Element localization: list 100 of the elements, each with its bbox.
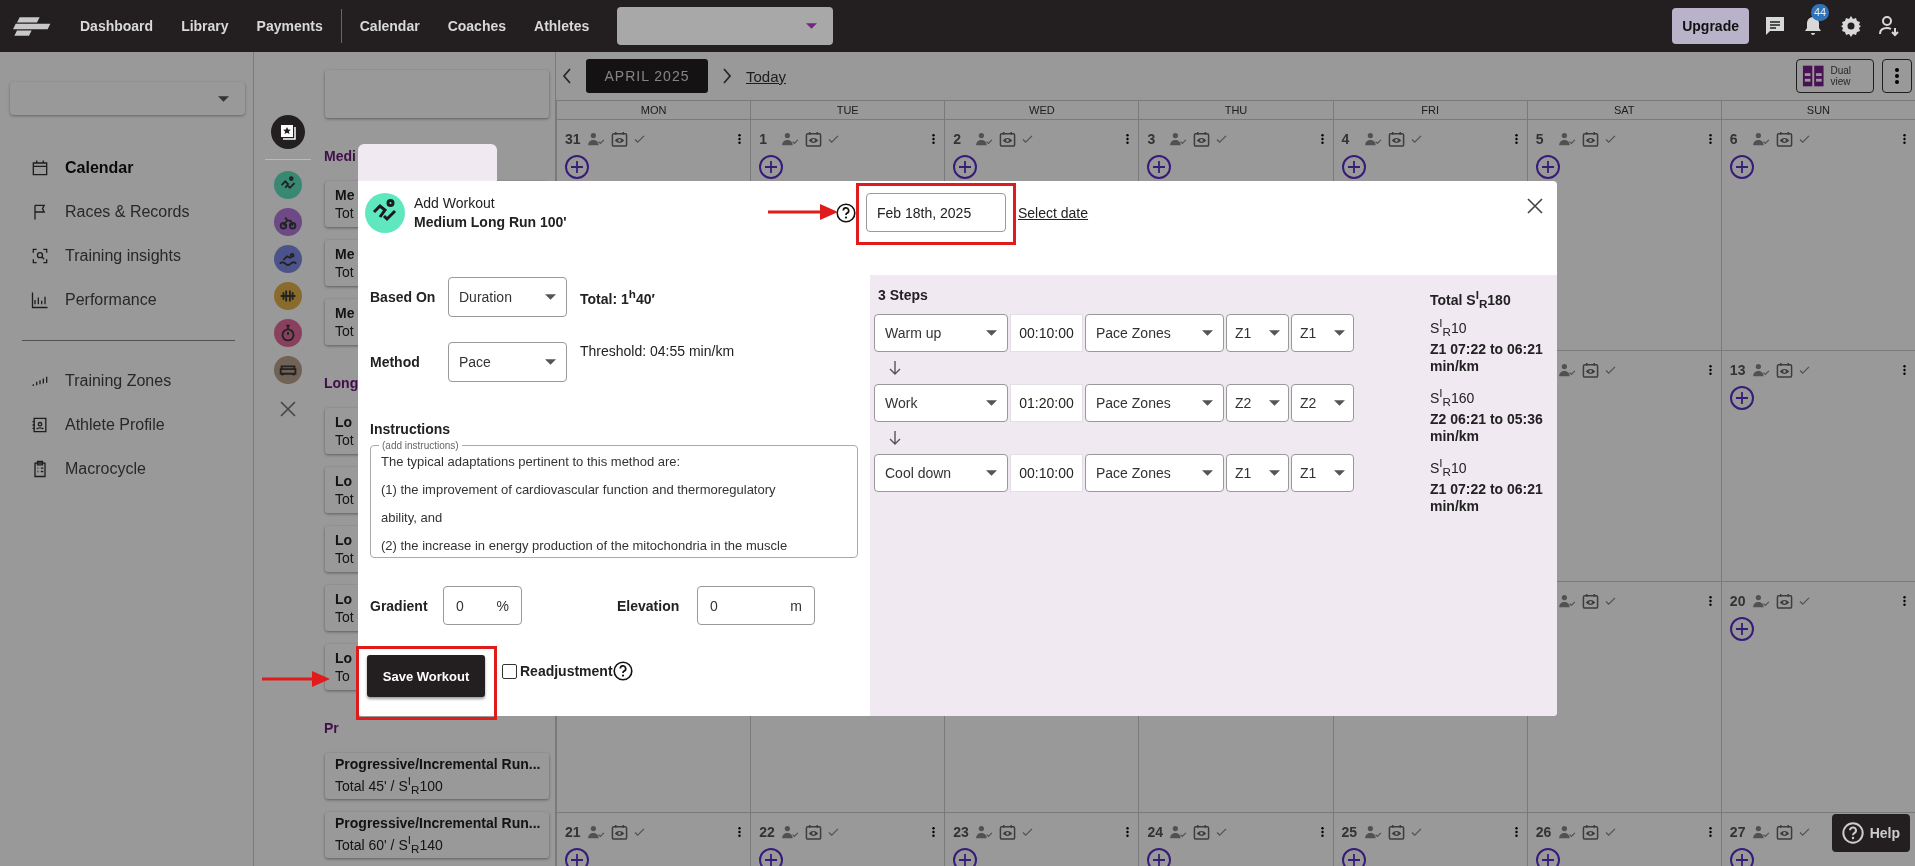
duration-field[interactable]: 00:10:00 <box>1010 314 1083 353</box>
calendar-eye-icon[interactable] <box>1775 361 1793 379</box>
add-button[interactable] <box>953 848 978 866</box>
more-button[interactable] <box>1901 133 1908 145</box>
more-button[interactable] <box>930 133 938 145</box>
sidebar-item[interactable]: Performance <box>0 278 253 322</box>
based-on-select[interactable]: Duration <box>448 277 567 317</box>
month-button[interactable]: APRIL 2025 <box>586 59 708 93</box>
add-button[interactable] <box>1147 848 1172 866</box>
runner-icon[interactable] <box>273 171 302 199</box>
more-button[interactable] <box>1706 595 1714 607</box>
calendar-eye-icon[interactable] <box>1193 823 1211 841</box>
more-button[interactable] <box>1512 826 1520 838</box>
workout-card[interactable]: Progressive/Incremental Run... Total 60' / S$^{I}$$_{R}$140 <box>325 812 549 858</box>
today-link[interactable]: Today <box>746 67 787 85</box>
target-select[interactable]: Pace Zones <box>1085 384 1224 423</box>
person-check-icon[interactable] <box>1557 594 1576 608</box>
calendar-eye-icon[interactable] <box>611 130 628 148</box>
person-check-icon[interactable] <box>975 825 994 839</box>
person-check-icon[interactable] <box>1751 363 1770 377</box>
sidebar-item[interactable]: Athlete Profile <box>0 403 253 447</box>
bike-icon[interactable] <box>273 208 302 236</box>
close-icon[interactable] <box>1527 198 1543 214</box>
sidebar-item[interactable]: Training Zones <box>0 359 253 403</box>
add-button[interactable] <box>1535 848 1560 866</box>
step-type-select[interactable]: Cool down <box>874 454 1008 493</box>
nav-link[interactable]: Calendar <box>359 18 420 34</box>
calendar-eye-icon[interactable] <box>1387 823 1405 841</box>
calendar-eye-icon[interactable] <box>611 823 628 841</box>
calendar-eye-icon[interactable] <box>999 130 1017 148</box>
dual-view-button[interactable]: Dual view <box>1796 59 1874 93</box>
person-check-icon[interactable] <box>587 132 605 146</box>
checkbox[interactable] <box>502 663 517 679</box>
help-icon[interactable] <box>612 661 633 681</box>
sidebar-item[interactable]: Training insights <box>0 234 253 278</box>
more-button[interactable] <box>1124 133 1132 145</box>
person-check-icon[interactable] <box>1751 825 1770 839</box>
zone-select[interactable]: Z1 <box>1291 314 1354 353</box>
logo-icon[interactable] <box>13 16 53 36</box>
more-button[interactable] <box>930 826 938 838</box>
zone-select[interactable]: Z1 <box>1226 314 1289 353</box>
person-check-icon[interactable] <box>975 132 994 146</box>
more-button[interactable] <box>1882 59 1912 93</box>
couch-icon[interactable] <box>273 356 302 384</box>
step-type-select[interactable]: Warm up <box>874 314 1008 353</box>
person-check-icon[interactable] <box>1169 132 1188 146</box>
step-type-select[interactable]: Work <box>874 384 1008 423</box>
more-button[interactable] <box>1318 826 1326 838</box>
more-button[interactable] <box>1124 826 1132 838</box>
help-button[interactable]: Help <box>1831 814 1910 852</box>
person-check-icon[interactable] <box>1751 594 1770 608</box>
calendar-eye-icon[interactable] <box>1775 592 1793 610</box>
person-check-icon[interactable] <box>587 825 605 839</box>
duration-field[interactable]: 00:10:00 <box>1010 454 1083 493</box>
person-check-icon[interactable] <box>781 825 800 839</box>
add-button[interactable] <box>1341 155 1366 179</box>
more-button[interactable] <box>1706 133 1714 145</box>
calendar-eye-icon[interactable] <box>999 823 1017 841</box>
sidebar-item[interactable]: Races & Records <box>0 190 253 234</box>
stopwatch-icon[interactable] <box>273 319 302 347</box>
person-check-icon[interactable] <box>1557 825 1576 839</box>
person-check-icon[interactable] <box>1363 132 1382 146</box>
add-button[interactable] <box>953 155 978 179</box>
calendar-eye-icon[interactable] <box>1775 130 1793 148</box>
zone-select[interactable]: Z1 <box>1291 454 1354 493</box>
more-button[interactable] <box>1901 595 1908 607</box>
person-check-icon[interactable] <box>1751 132 1770 146</box>
workout-stack-icon[interactable] <box>270 115 305 149</box>
date-field[interactable]: Feb 18th, 2025 <box>866 193 1006 232</box>
target-select[interactable]: Pace Zones <box>1085 454 1224 493</box>
person-download-icon[interactable] <box>1877 14 1901 38</box>
calendar-eye-icon[interactable] <box>805 823 823 841</box>
add-button[interactable] <box>565 848 589 866</box>
zone-select[interactable]: Z1 <box>1226 454 1289 493</box>
sidebar-item[interactable]: Calendar <box>0 146 253 190</box>
instructions-field[interactable]: (add instructions) The typical adaptations pertinent to this method are: (1) the improvement of cardiovascular function and thermoregulatory ability, and (2) the increase in energy production of the mitochondria in the muscle <box>370 440 858 558</box>
add-button[interactable] <box>1341 848 1366 866</box>
add-button[interactable] <box>1729 155 1754 179</box>
calendar-eye-icon[interactable] <box>1581 130 1599 148</box>
save-workout-button[interactable]: Save Workout <box>367 655 485 697</box>
select-date-link[interactable]: Select date <box>1018 205 1089 221</box>
calendar-eye-icon[interactable] <box>1581 592 1599 610</box>
more-button[interactable] <box>1706 364 1714 376</box>
more-button[interactable] <box>1901 364 1908 376</box>
settings-icon[interactable] <box>1839 14 1863 38</box>
add-button[interactable] <box>1535 155 1560 179</box>
gradient-field[interactable]: 0 % <box>443 586 522 625</box>
zone-select[interactable]: Z2 <box>1291 384 1354 423</box>
more-button[interactable] <box>1706 826 1714 838</box>
calendar-eye-icon[interactable] <box>805 130 823 148</box>
target-select[interactable]: Pace Zones <box>1085 314 1224 353</box>
method-select[interactable]: Pace <box>448 342 567 382</box>
help-icon[interactable] <box>836 203 856 223</box>
calendar-eye-icon[interactable] <box>1193 130 1211 148</box>
more-button[interactable] <box>736 133 744 145</box>
person-check-icon[interactable] <box>781 132 800 146</box>
more-button[interactable] <box>736 826 744 838</box>
person-check-icon[interactable] <box>1363 825 1382 839</box>
chevron-left-icon[interactable] <box>562 68 572 84</box>
swimmer-icon[interactable] <box>273 245 302 273</box>
